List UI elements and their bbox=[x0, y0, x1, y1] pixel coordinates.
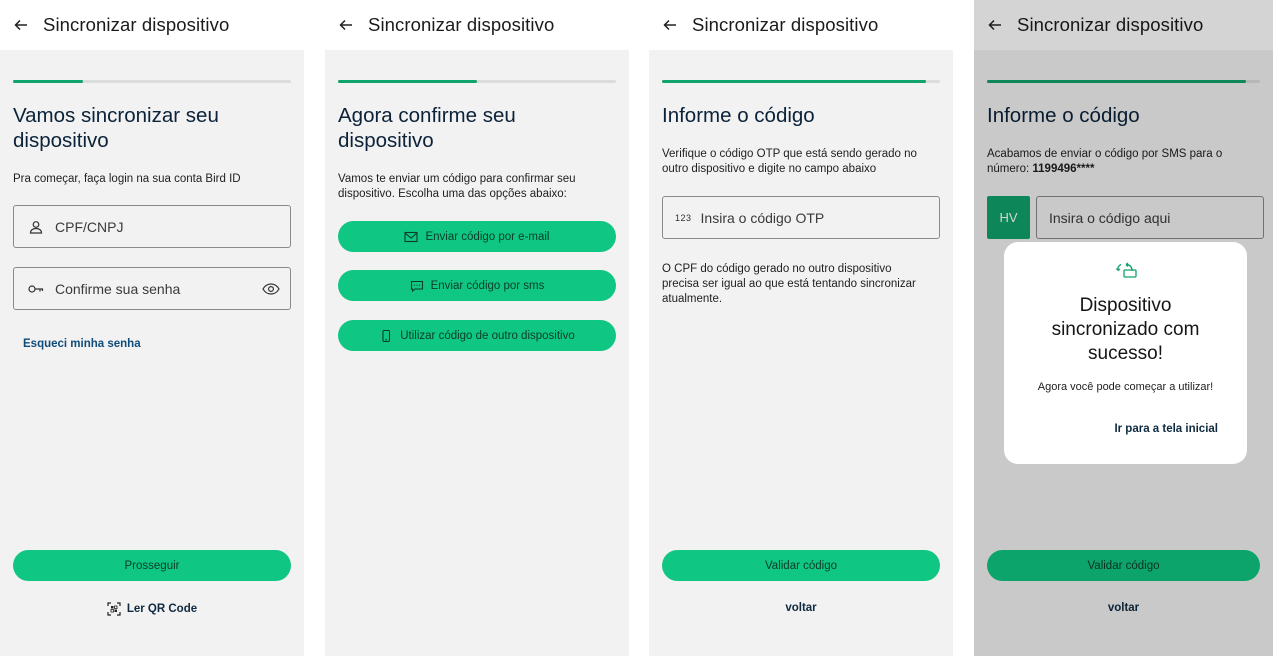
password-placeholder: Confirme sua senha bbox=[55, 280, 181, 297]
screen-enter-otp: Sincronizar dispositivo Informe o código… bbox=[649, 0, 953, 656]
validate-code-label: Validar código bbox=[764, 559, 838, 572]
top-bar: Sincronizar dispositivo bbox=[325, 0, 629, 50]
continue-button[interactable]: Prosseguir bbox=[13, 550, 291, 581]
forgot-password-link[interactable]: Esqueci minha senha bbox=[23, 338, 141, 350]
message-icon bbox=[410, 280, 423, 292]
continue-button-label: Prosseguir bbox=[124, 559, 180, 572]
page-title: Sincronizar dispositivo bbox=[692, 14, 879, 35]
numeric-prefix: 123 bbox=[675, 212, 692, 223]
back-arrow-icon[interactable] bbox=[662, 17, 678, 33]
cpf-note: O CPF do código gerado no outro disposit… bbox=[662, 263, 916, 305]
screen-description: Verifique o código OTP que está sendo ge… bbox=[662, 148, 917, 175]
send-email-code-button[interactable]: Enviar código por e-mail bbox=[338, 221, 616, 252]
back-arrow-icon[interactable] bbox=[13, 17, 29, 33]
phone-icon bbox=[382, 329, 391, 342]
go-home-link[interactable]: Ir para a tela inicial bbox=[1114, 423, 1218, 435]
top-bar: Sincronizar dispositivo bbox=[649, 0, 953, 50]
eye-icon[interactable] bbox=[262, 281, 280, 297]
screen-heading: Agora confirme seu dispositivo bbox=[338, 104, 516, 152]
progress-bar bbox=[662, 80, 940, 83]
send-email-code-label: Enviar código por e-mail bbox=[425, 230, 550, 243]
progress-fill bbox=[338, 80, 477, 83]
validate-code-button[interactable]: Validar código bbox=[662, 550, 940, 581]
progress-bar bbox=[338, 80, 616, 83]
mail-icon bbox=[404, 231, 419, 242]
top-bar: Sincronizar dispositivo bbox=[0, 0, 304, 50]
other-device-code-button[interactable]: Utilizar código de outro dispositivo bbox=[338, 320, 616, 351]
qr-code-link[interactable]: Ler QR Code bbox=[0, 602, 304, 616]
back-arrow-icon[interactable] bbox=[338, 17, 354, 33]
screen-login: Sincronizar dispositivo Vamos sincroniza… bbox=[0, 0, 304, 656]
user-icon bbox=[27, 219, 45, 235]
back-link[interactable]: voltar bbox=[649, 602, 953, 614]
other-device-code-label: Utilizar código de outro dispositivo bbox=[400, 329, 575, 342]
success-modal: Dispositivo sincronizado com sucesso! Ag… bbox=[1004, 242, 1247, 464]
screen-confirm-device: Sincronizar dispositivo Agora confirme s… bbox=[325, 0, 629, 656]
cpf-placeholder: CPF/CNPJ bbox=[55, 218, 124, 235]
screen-heading: Vamos sincronizar seu dispositivo bbox=[13, 104, 219, 152]
modal-message: Agora você pode começar a utilizar! bbox=[1037, 381, 1214, 393]
send-sms-code-label: Enviar código por sms bbox=[430, 279, 545, 292]
page-title: Sincronizar dispositivo bbox=[43, 14, 230, 35]
qr-code-icon bbox=[107, 602, 121, 616]
otp-input[interactable]: 123 Insira o código OTP bbox=[662, 196, 940, 239]
password-input[interactable]: Confirme sua senha bbox=[13, 267, 291, 310]
screen-description: Pra começar, faça login na sua conta Bir… bbox=[13, 173, 241, 185]
sync-icon bbox=[1115, 262, 1137, 278]
cpf-input[interactable]: CPF/CNPJ bbox=[13, 205, 291, 248]
screen-description: Vamos te enviar um código para confirmar… bbox=[338, 173, 576, 200]
progress-fill bbox=[662, 80, 927, 83]
progress-fill bbox=[13, 80, 83, 83]
modal-title: Dispositivo sincronizado com sucesso! bbox=[1051, 295, 1200, 364]
progress-bar bbox=[13, 80, 291, 83]
qr-code-label: Ler QR Code bbox=[126, 603, 198, 615]
otp-placeholder: Insira o código OTP bbox=[700, 209, 825, 226]
key-icon bbox=[27, 281, 45, 297]
screen-heading: Informe o código bbox=[662, 104, 815, 127]
page-title: Sincronizar dispositivo bbox=[368, 14, 555, 35]
send-sms-code-button[interactable]: Enviar código por sms bbox=[338, 270, 616, 301]
